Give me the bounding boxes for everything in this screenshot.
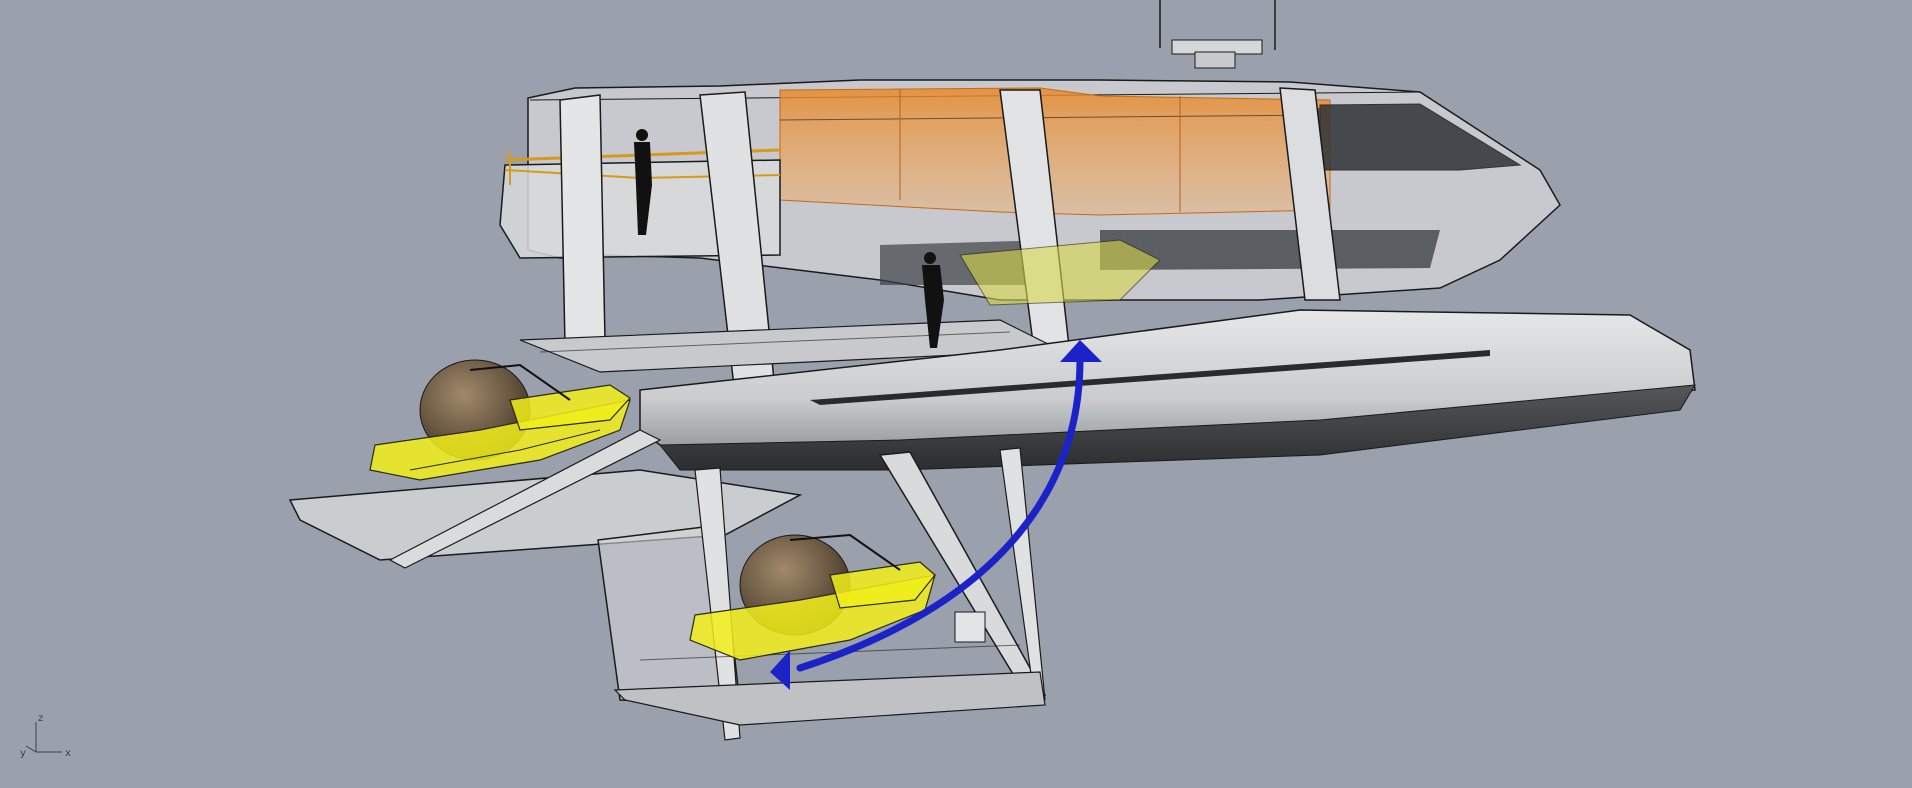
axis-gizmo: z y x [20, 713, 71, 758]
axis-y-label: y [20, 748, 26, 758]
catamaran-model[interactable] [0, 0, 1912, 788]
interior-panels [779, 87, 1331, 216]
axis-z-label: z [38, 713, 43, 724]
mast [1159, 0, 1276, 69]
3d-viewport[interactable]: z y x [0, 0, 1912, 788]
axis-x-label: x [65, 748, 71, 758]
